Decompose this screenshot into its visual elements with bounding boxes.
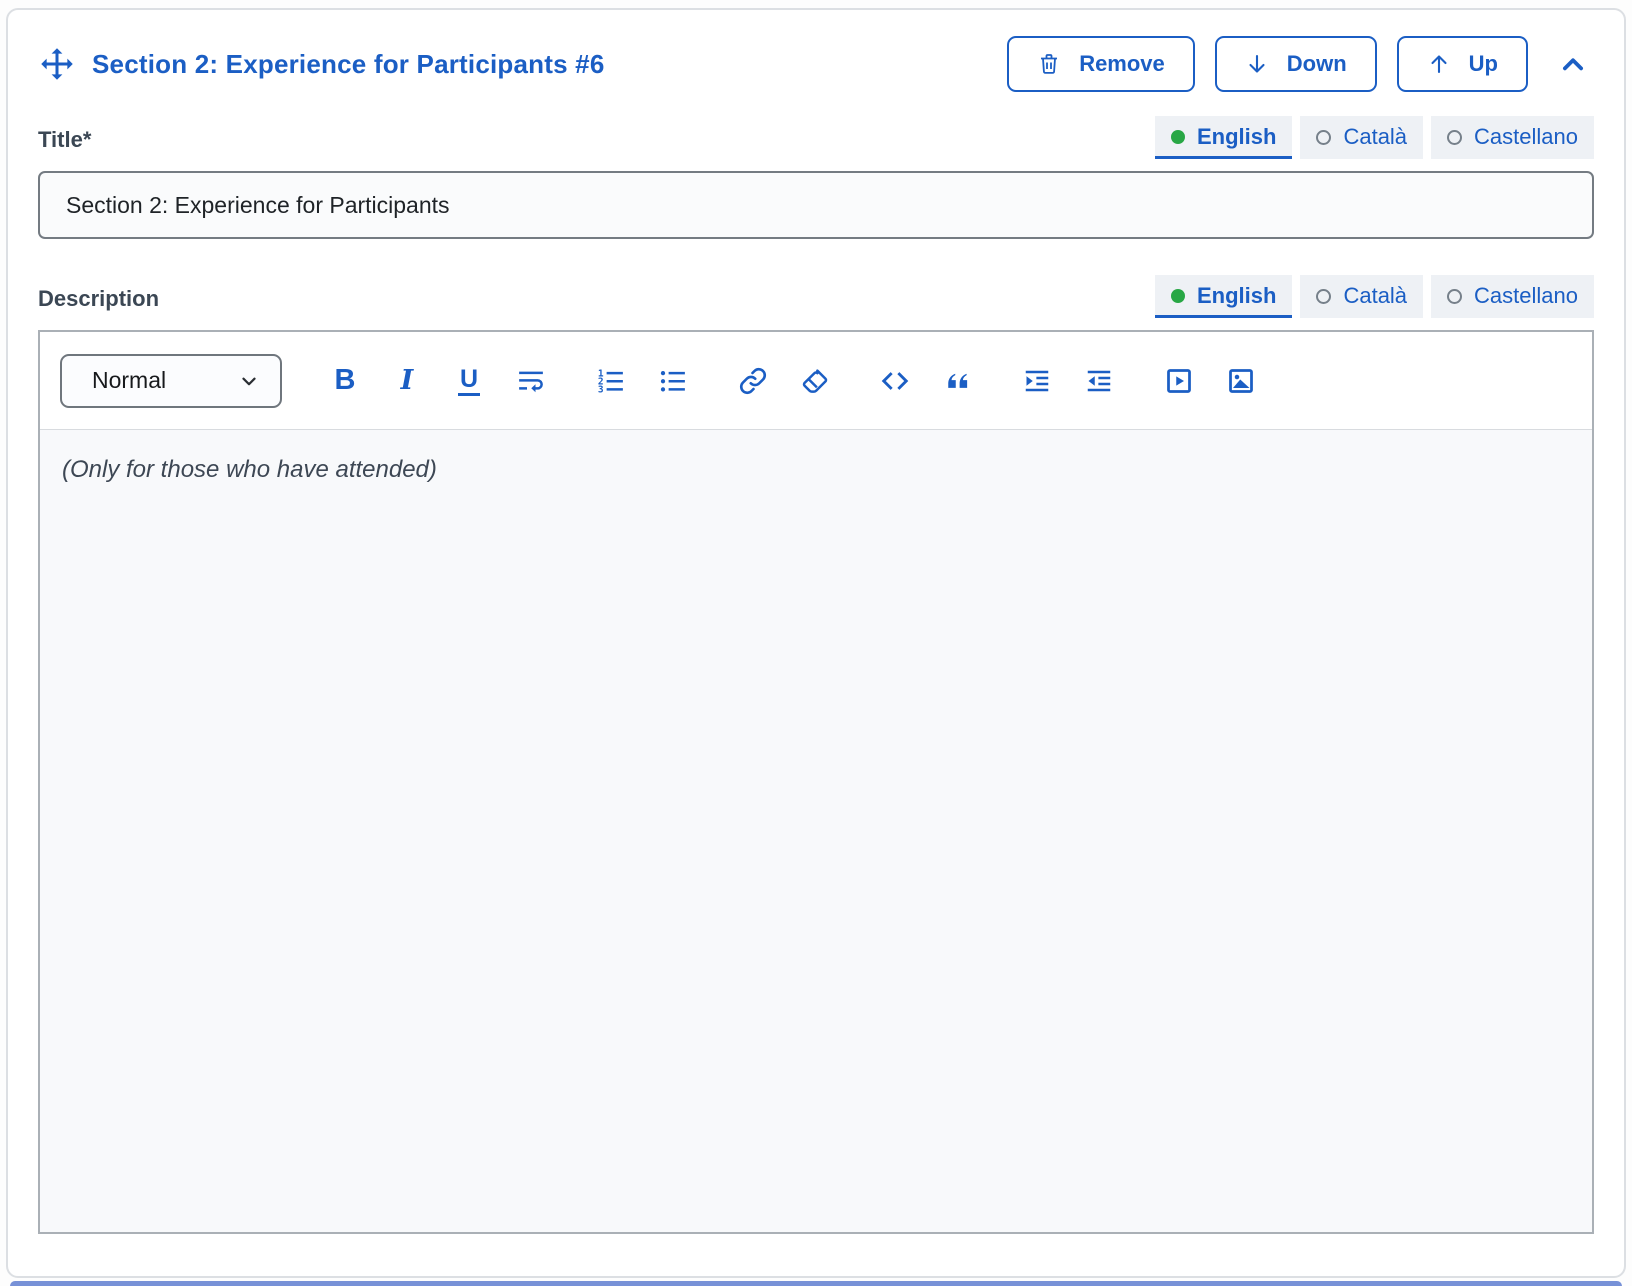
description-label: Description (38, 286, 159, 318)
description-field-row: Description English Català Castellano (38, 275, 1594, 318)
video-icon[interactable] (1162, 364, 1196, 398)
inactive-language-circle-icon (1447, 130, 1462, 145)
description-language-tabs: English Català Castellano (1155, 275, 1594, 318)
editor-toolbar: Normal B I U (40, 332, 1592, 430)
chevron-down-icon (238, 370, 260, 392)
inactive-language-circle-icon (1316, 289, 1331, 304)
page: Section 2: Experience for Participants #… (0, 0, 1632, 1286)
chevron-up-icon (1558, 49, 1588, 79)
toolbar-group-link (736, 364, 832, 398)
arrow-down-icon (1245, 52, 1269, 76)
svg-text:3: 3 (598, 384, 604, 395)
ordered-list-icon[interactable]: 1 2 3 (594, 364, 628, 398)
editor-paragraph: (Only for those who have attended) (62, 456, 1570, 484)
title-lang-tab-english[interactable]: English (1155, 116, 1292, 159)
title-lang-tab-catala[interactable]: Català (1300, 116, 1423, 159)
toolbar-group-indent (1020, 364, 1116, 398)
description-lang-tab-catala[interactable]: Català (1300, 275, 1423, 318)
move-up-button[interactable]: Up (1397, 36, 1528, 92)
clear-formatting-eraser-icon[interactable] (798, 364, 832, 398)
toolbar-group-blocks (878, 364, 974, 398)
title-lang-tab-english-label: English (1197, 124, 1276, 150)
indent-decrease-icon[interactable] (1082, 364, 1116, 398)
remove-button-label: Remove (1079, 51, 1165, 77)
title-lang-tab-catala-label: Català (1343, 124, 1407, 150)
toolbar-group-text-format: B I U (328, 364, 548, 398)
inactive-language-circle-icon (1447, 289, 1462, 304)
trash-icon (1037, 52, 1061, 76)
move-down-button[interactable]: Down (1215, 36, 1377, 92)
description-lang-tab-english[interactable]: English (1155, 275, 1292, 318)
paragraph-style-dropdown[interactable]: Normal (60, 354, 282, 408)
rich-text-editor: Normal B I U (38, 330, 1594, 1234)
description-lang-tab-castellano[interactable]: Castellano (1431, 275, 1594, 318)
editor-content-area[interactable]: (Only for those who have attended) (40, 430, 1592, 1232)
section-header: Section 2: Experience for Participants #… (38, 36, 1594, 92)
section-title: Section 2: Experience for Participants #… (92, 49, 605, 80)
title-label: Title* (38, 127, 91, 159)
section-actions: Remove Down Up (1007, 36, 1594, 92)
underline-icon[interactable]: U (452, 364, 486, 398)
description-lang-tab-castellano-label: Castellano (1474, 283, 1578, 309)
description-lang-tab-catala-label: Català (1343, 283, 1407, 309)
title-lang-tab-castellano-label: Castellano (1474, 124, 1578, 150)
active-language-dot-icon (1171, 130, 1185, 144)
section-card: Section 2: Experience for Participants #… (6, 8, 1626, 1278)
arrow-up-icon (1427, 52, 1451, 76)
title-language-tabs: English Català Castellano (1155, 116, 1594, 159)
description-lang-tab-english-label: English (1197, 283, 1276, 309)
indent-increase-icon[interactable] (1020, 364, 1054, 398)
code-view-icon[interactable] (878, 364, 912, 398)
down-button-label: Down (1287, 51, 1347, 77)
toolbar-group-lists: 1 2 3 (594, 364, 690, 398)
title-input[interactable] (38, 171, 1594, 239)
text-wrap-icon[interactable] (514, 364, 548, 398)
paragraph-style-value: Normal (92, 367, 166, 394)
bold-icon[interactable]: B (328, 364, 362, 398)
collapse-section-button[interactable] (1552, 43, 1594, 85)
image-icon[interactable] (1224, 364, 1258, 398)
title-lang-tab-castellano[interactable]: Castellano (1431, 116, 1594, 159)
section-header-left: Section 2: Experience for Participants #… (38, 45, 605, 83)
inactive-language-circle-icon (1316, 130, 1331, 145)
link-icon[interactable] (736, 364, 770, 398)
toolbar-group-media (1162, 364, 1258, 398)
up-button-label: Up (1469, 51, 1498, 77)
next-section-card-top-edge (10, 1281, 1622, 1286)
italic-icon[interactable]: I (390, 364, 424, 398)
remove-button[interactable]: Remove (1007, 36, 1195, 92)
title-field-row: Title* English Català Castellano (38, 116, 1594, 159)
bullet-list-icon[interactable] (656, 364, 690, 398)
drag-move-icon[interactable] (38, 45, 76, 83)
active-language-dot-icon (1171, 289, 1185, 303)
blockquote-icon[interactable] (940, 364, 974, 398)
